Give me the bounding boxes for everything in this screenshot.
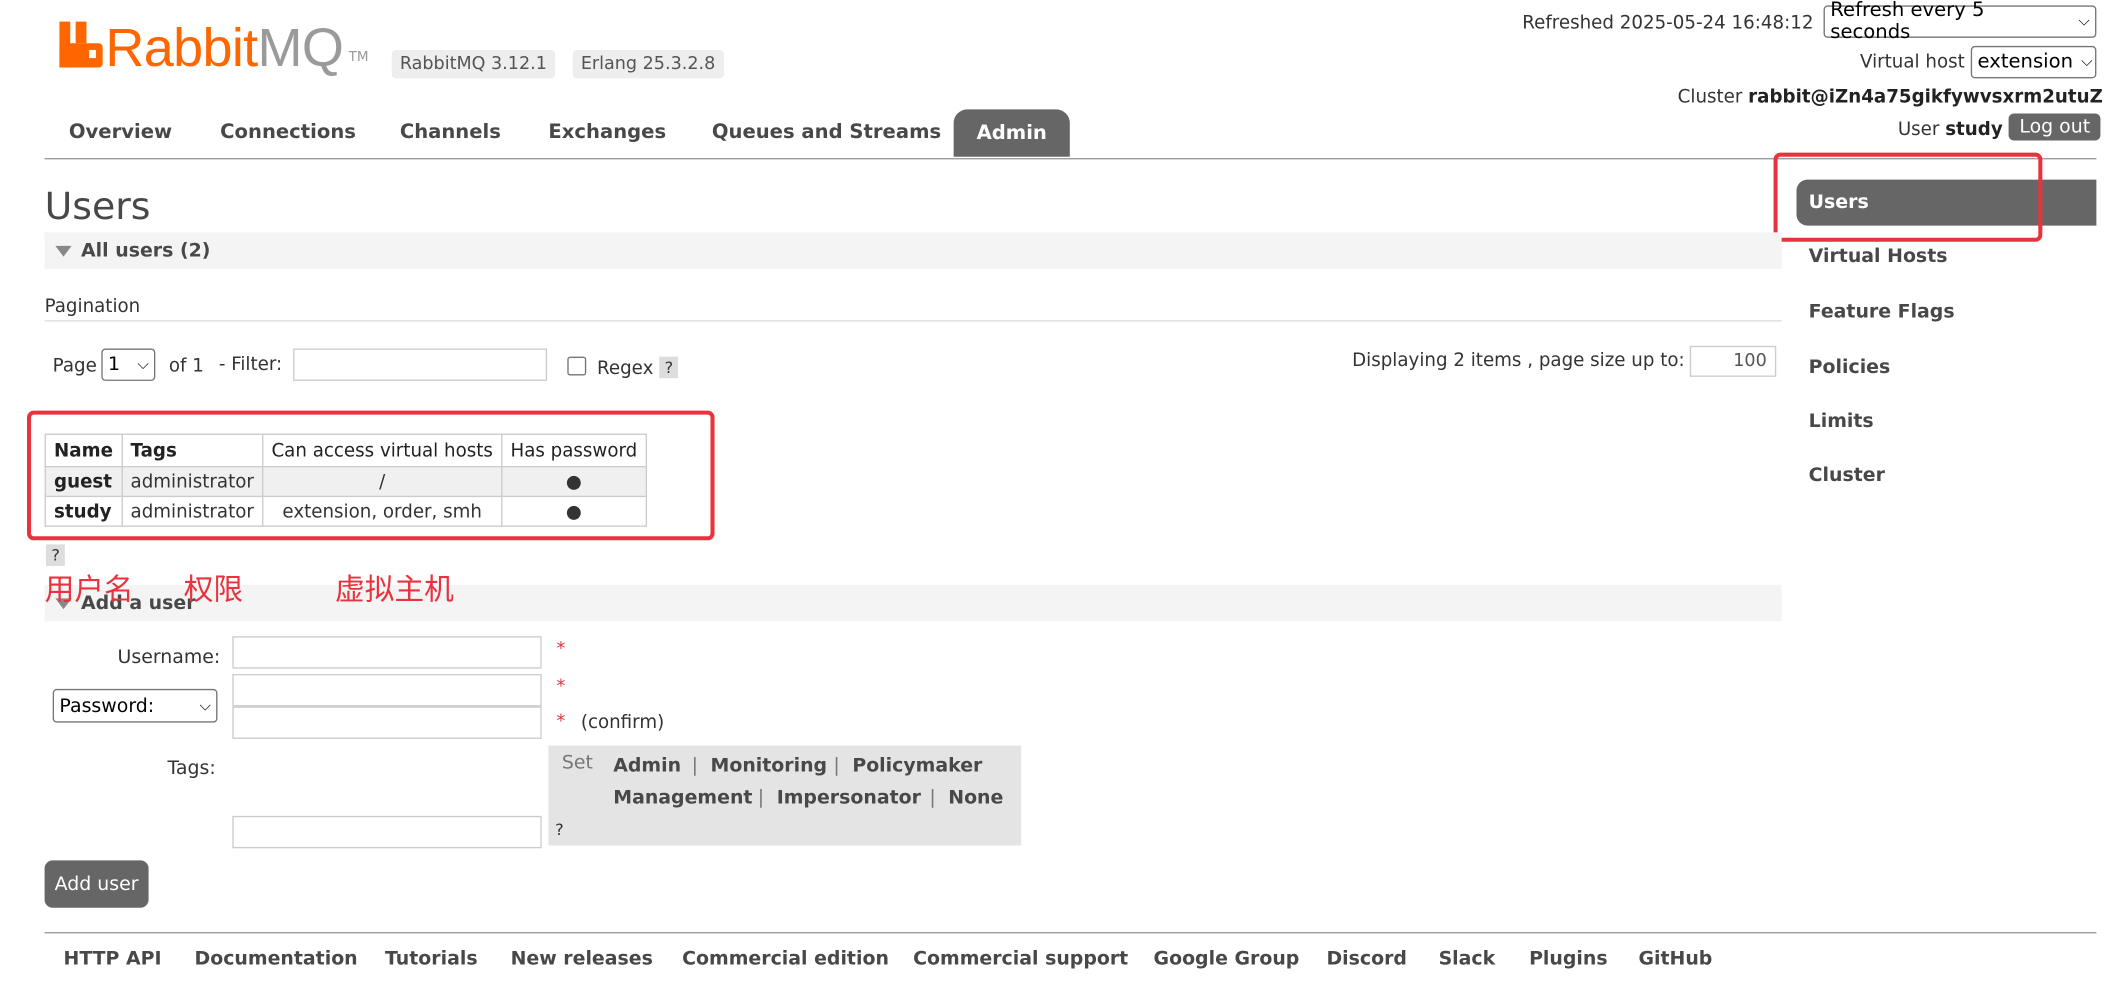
refreshed-timestamp: Refreshed 2025-05-24 16:48:12 [1522, 12, 1814, 34]
tag-shortcuts-panel: Set Admin | Monitoring | Policymaker Man… [548, 745, 1022, 846]
footer-tutorials[interactable]: Tutorials [385, 948, 478, 970]
add-user-section-header[interactable]: Add a user [44, 584, 1782, 622]
tag-separator: | [929, 787, 936, 810]
footer-http-api[interactable]: HTTP API [63, 948, 161, 970]
annotation-username: 用户名 [44, 574, 134, 608]
chevron-down-icon: ⌵ [199, 696, 211, 714]
rabbitmq-logo: RabbitMQ TM [59, 18, 369, 79]
page-select[interactable]: 1 ⌵ [101, 348, 156, 381]
tag-monitoring-link[interactable]: Monitoring [711, 755, 828, 777]
footer-slack[interactable]: Slack [1439, 948, 1496, 970]
footer-new-releases[interactable]: New releases [511, 948, 653, 970]
tab-overview[interactable]: Overview [69, 122, 172, 144]
tab-queues-and-streams[interactable]: Queues and Streams [712, 122, 941, 144]
username-label: Username: [117, 647, 221, 669]
footer-google-group[interactable]: Google Group [1154, 948, 1300, 970]
footer-commercial-support[interactable]: Commercial support [913, 948, 1128, 970]
page-label: Page [52, 355, 97, 377]
regex-label: Regex [597, 357, 654, 380]
required-mark: * [556, 676, 566, 697]
displaying-info: Displaying 2 items , page size up to: [1352, 349, 1685, 372]
set-label: Set [561, 752, 593, 774]
side-menu-virtual-hosts[interactable]: Virtual Hosts [1809, 246, 1948, 268]
tag-impersonator-link[interactable]: Impersonator [777, 787, 921, 809]
tab-connections[interactable]: Connections [220, 122, 356, 144]
cluster-info: Cluster rabbit@iZn4a75gikfywvsxrm2utuZ [1677, 86, 2103, 109]
side-menu-feature-flags[interactable]: Feature Flags [1809, 301, 1955, 323]
password-input[interactable] [232, 674, 542, 707]
tag-policymaker-link[interactable]: Policymaker [852, 755, 982, 777]
pagination-divider [44, 320, 1782, 322]
annotation-vhost: 虚拟主机 [334, 574, 454, 608]
password-confirm-input[interactable] [232, 706, 542, 739]
chevron-down-icon: ⌵ [2081, 52, 2093, 71]
side-menu-cluster[interactable]: Cluster [1809, 465, 1885, 487]
tag-separator: | [691, 755, 698, 777]
footer-discord[interactable]: Discord [1326, 948, 1407, 970]
required-mark: * [556, 638, 566, 660]
chevron-down-icon: ⌵ [2078, 12, 2090, 30]
filter-input[interactable] [293, 348, 548, 381]
footer-plugins[interactable]: Plugins [1529, 948, 1608, 970]
pagination-heading: Pagination [44, 295, 141, 318]
logo-text: RabbitMQ [105, 18, 344, 79]
tag-admin-link[interactable]: Admin [613, 755, 681, 777]
rabbit-logo-icon [59, 21, 103, 68]
page-title: Users [44, 183, 151, 229]
tab-channels[interactable]: Channels [400, 122, 501, 144]
tags-input[interactable] [232, 815, 542, 849]
confirm-label: (confirm) [580, 711, 665, 734]
erlang-version-badge: Erlang 25.3.2.8 [572, 49, 724, 79]
tags-help-button[interactable]: ? [555, 820, 564, 839]
footer-commercial-edition[interactable]: Commercial edition [682, 948, 889, 970]
vhost-label: Virtual host [1860, 51, 1965, 73]
chevron-down-icon: ⌵ [137, 355, 149, 373]
all-users-section-header[interactable]: All users (2) [44, 232, 1782, 269]
tab-exchanges[interactable]: Exchanges [548, 122, 666, 144]
logo-trademark: TM [348, 49, 369, 65]
regex-help-button[interactable]: ? [659, 356, 679, 379]
footer-documentation[interactable]: Documentation [195, 948, 358, 970]
password-type-select[interactable]: Password: ⌵ [52, 688, 218, 723]
page-count: of 1 [168, 355, 204, 377]
collapse-triangle-icon [55, 245, 72, 257]
side-menu-policies[interactable]: Policies [1809, 357, 1891, 379]
annotation-permission: 权限 [183, 574, 244, 608]
regex-checkbox[interactable] [567, 356, 587, 376]
footer-links: HTTP API Documentation Tutorials New rel… [44, 932, 2097, 983]
highlight-box-users-table [27, 410, 715, 541]
footer-github[interactable]: GitHub [1638, 948, 1712, 970]
required-mark: * [556, 711, 566, 733]
highlight-box-users-menu [1773, 152, 2043, 242]
table-help-button[interactable]: ? [45, 544, 66, 566]
add-user-button[interactable]: Add user [44, 860, 149, 908]
side-menu-limits[interactable]: Limits [1809, 411, 1874, 433]
tags-label: Tags: [167, 757, 216, 780]
vhost-select[interactable]: extension ⌵ [1970, 45, 2097, 79]
tag-separator: | [757, 787, 765, 810]
tab-admin[interactable]: Admin [953, 109, 1070, 157]
rabbitmq-version-badge: RabbitMQ 3.12.1 [391, 49, 555, 79]
refresh-interval-select[interactable]: Refresh every 5 seconds ⌵ [1823, 0, 2097, 43]
page-size-input[interactable]: 100 [1689, 345, 1777, 377]
tag-none-link[interactable]: None [948, 787, 1003, 809]
filter-label: - Filter: [218, 353, 283, 376]
cluster-name: rabbit@iZn4a75gikfywvsxrm2utuZ [1748, 86, 2103, 109]
tag-separator: | [833, 755, 840, 777]
tag-management-link[interactable]: Management [613, 787, 752, 809]
username-input[interactable] [232, 636, 542, 669]
